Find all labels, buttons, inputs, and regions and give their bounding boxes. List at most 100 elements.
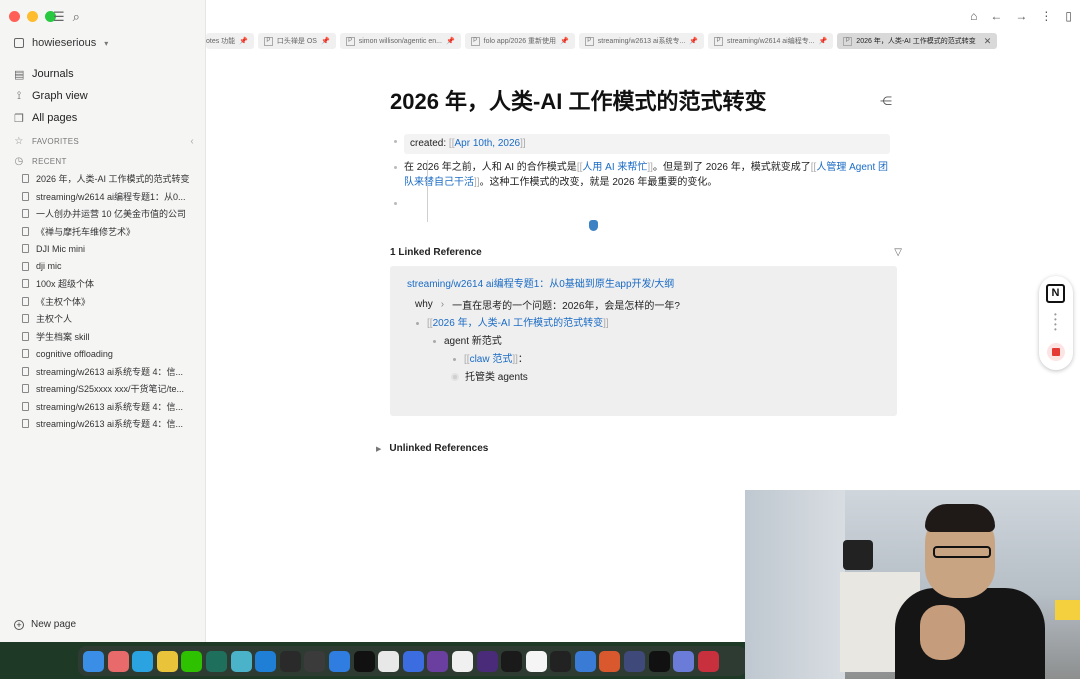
reference-page-link[interactable]: streaming/w2614 ai编程专题1：从0基础到原生app开发/大纲 (407, 275, 880, 293)
obsidian-icon[interactable] (427, 650, 449, 672)
date-link[interactable]: Apr 10th, 2026 (454, 138, 520, 149)
reference-block[interactable]: [[2026 年，人类-AI 工作模式的范式转变]] (416, 315, 880, 333)
app-25-icon[interactable] (673, 650, 695, 672)
linked-reference-card: streaming/w2614 ai编程专题1：从0基础到原生app开发/大纲 … (390, 160, 897, 416)
telegram-icon[interactable] (132, 650, 154, 672)
forward-arrow-icon[interactable]: → (1015, 9, 1027, 23)
sidebar-item-journals[interactable]: ▤ Journals (14, 63, 194, 85)
list-item[interactable]: 一人创办并运营 10 亿美金市值的公司 (22, 205, 200, 223)
app-6-icon[interactable] (205, 650, 227, 672)
chrome-icon[interactable] (156, 650, 178, 672)
tab-label: streaming/w2613 ai系统专... (597, 38, 686, 45)
share-icon[interactable]: ⋲ (880, 94, 892, 108)
back-arrow-icon[interactable]: ← (990, 9, 1002, 23)
app-9-icon[interactable] (279, 650, 301, 672)
stop-record-button[interactable] (1047, 343, 1065, 361)
page-icon (22, 279, 29, 289)
pin-icon: 📌 (445, 38, 455, 45)
app-22-icon[interactable] (599, 650, 621, 672)
minimize-window-button[interactable] (27, 11, 38, 22)
list-item[interactable]: streaming/w2614 ai编程专题1：从0... (22, 188, 200, 206)
notion-icon[interactable]: N (1046, 284, 1065, 303)
right-sidebar-icon[interactable]: ▯ (1065, 9, 1072, 23)
collapsed-bullet-icon[interactable] (451, 373, 459, 382)
app-24-icon[interactable] (648, 650, 670, 672)
list-item[interactable]: streaming/S25xxxx xxx/干货笔记/te... (22, 380, 200, 398)
child-block[interactable]: 托管类 agents (451, 369, 880, 387)
list-item[interactable]: streaming/w2613 ai系统专题 4：信... (22, 415, 200, 433)
workspace-selector[interactable]: howieserious ▾ (14, 37, 108, 49)
tab-item[interactable]: otes 功能 📌 (206, 33, 254, 49)
wechat-icon[interactable] (181, 650, 203, 672)
unlinked-references-toggle[interactable]: ▶ Unlinked References (376, 443, 900, 454)
list-item[interactable]: 主权个人 (22, 310, 200, 328)
sidebar-item-graph-view[interactable]: ⟟ Graph view (14, 85, 194, 107)
text-block[interactable]: 在 2026 年之前，人和 AI 的合作模式是[[人用 AI 来帮忙]]。但是到… (390, 160, 890, 190)
app-7-icon[interactable] (230, 650, 252, 672)
list-item[interactable]: 100x 超级个体 (22, 275, 200, 293)
list-item-label: 一人创办并运营 10 亿美金市值的公司 (36, 209, 187, 220)
list-item[interactable]: 《禅与摩托车维修艺术》 (22, 223, 200, 241)
figma-icon[interactable] (353, 650, 375, 672)
tab-item[interactable]: Pstreaming/w2613 ai系统专... 📌 (578, 33, 705, 49)
chevron-left-icon[interactable]: ‹ (190, 136, 194, 147)
close-window-button[interactable] (9, 11, 20, 22)
vscode-icon[interactable] (255, 650, 277, 672)
app-23-icon[interactable] (624, 650, 646, 672)
plus-icon: + (14, 619, 24, 630)
app-17-icon[interactable] (476, 650, 498, 672)
sidebar-item-all-pages[interactable]: ❐ All pages (14, 107, 194, 129)
page-icon (22, 261, 29, 271)
list-item[interactable]: 《主权个体》 (22, 293, 200, 311)
list-item[interactable]: dji mic (22, 258, 200, 276)
tab-item[interactable]: P 口头禅是 OS 📌 (257, 33, 336, 49)
page-link[interactable]: 2026 年，人类-AI 工作模式的范式转变 (433, 318, 604, 329)
top-bar: otes 功能 📌 P 口头禅是 OS 📌 Psimon willison/agent… (206, 0, 1080, 52)
empty-block[interactable] (390, 196, 900, 210)
list-item[interactable]: 2026 年，人类-AI 工作模式的范式转变 (22, 170, 200, 188)
app-14-icon[interactable] (402, 650, 424, 672)
search-icon[interactable]: ⌕ (73, 9, 80, 25)
sidebar-toolbar: ☰ ⌕ (53, 9, 80, 25)
list-item[interactable]: DJI Mic mini (22, 240, 200, 258)
child-block[interactable]: [[claw 范式]]： (453, 351, 880, 369)
child-block[interactable]: agent 新范式 (433, 333, 880, 351)
app-13-icon[interactable] (378, 650, 400, 672)
tab-label: simon willison/agentic en... (358, 37, 442, 45)
new-page-button[interactable]: + New page (14, 619, 76, 630)
breadcrumb-item[interactable]: 一直在思考的一个问题：2026年，会是怎样的一年? (452, 297, 680, 312)
app-11-icon[interactable] (328, 650, 350, 672)
page-link[interactable]: 人用 AI 来帮忙 (582, 162, 647, 173)
more-icon[interactable]: ⋮ (1040, 9, 1052, 23)
finder-icon[interactable] (83, 650, 104, 672)
app-21-icon[interactable] (574, 650, 596, 672)
home-icon[interactable]: ⌂ (970, 9, 977, 23)
drag-handle-icon[interactable]: • • • • (1054, 311, 1058, 334)
tab-item[interactable]: Pstreaming/w2614 ai编程专... 📌 (708, 33, 834, 49)
property-block[interactable]: created: [[Apr 10th, 2026]] (390, 134, 900, 154)
chatgpt-icon[interactable] (501, 650, 523, 672)
favorites-section[interactable]: ☆ FAVORITES ‹ (14, 131, 194, 151)
list-item[interactable]: 学生档案 skill (22, 328, 200, 346)
page-link[interactable]: claw 范式 (470, 354, 513, 365)
list-item[interactable]: streaming/w2613 ai系统专题 4：信... (22, 363, 200, 381)
app-26-icon[interactable] (697, 650, 719, 672)
list-item[interactable]: streaming/w2613 ai系统专题 4：信... (22, 398, 200, 416)
breadcrumb-item[interactable]: why (415, 299, 433, 310)
page-title[interactable]: 2026 年，人类-AI 工作模式的范式转变 (390, 84, 900, 120)
filter-icon[interactable]: ▽ (894, 247, 902, 258)
list-item[interactable]: cognitive offloading (22, 345, 200, 363)
tab-item[interactable]: Pfolo app/2026 重新使用 📌 (464, 33, 575, 49)
panda-icon[interactable] (525, 650, 547, 672)
pages-icon: ❐ (14, 112, 24, 125)
recent-section[interactable]: ◷ RECENT (14, 151, 194, 171)
tab-item-active[interactable]: P 2026 年，人类-AI 工作模式的范式转变 ✕ (837, 33, 998, 49)
app-20-icon[interactable] (550, 650, 572, 672)
sticky-note (1055, 600, 1080, 620)
tab-item[interactable]: Psimon willison/agentic en... 📌 (339, 33, 461, 49)
photos-icon[interactable] (107, 650, 129, 672)
notion-icon[interactable] (451, 650, 473, 672)
menu-icon[interactable]: ☰ (53, 9, 65, 25)
r-app-icon[interactable] (304, 650, 326, 672)
close-icon[interactable]: ✕ (984, 36, 992, 47)
